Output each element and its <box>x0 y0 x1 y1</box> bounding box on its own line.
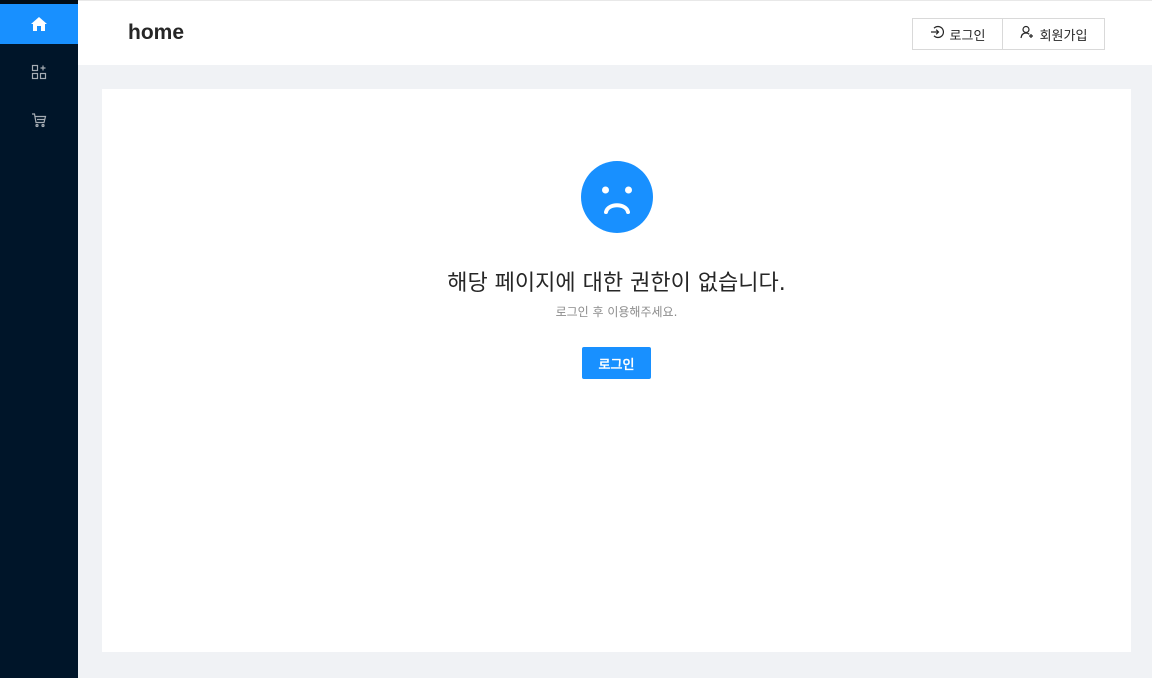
result-title: 해당 페이지에 대한 권한이 없습니다. <box>447 271 786 296</box>
sidebar-item-cart[interactable] <box>0 100 78 140</box>
header-signup-button[interactable]: 회원가입 <box>1003 18 1105 50</box>
result-panel: 해당 페이지에 대한 권한이 없습니다. 로그인 후 이용해주세요. 로그인 <box>102 89 1131 652</box>
header-login-label: 로그인 <box>949 28 986 44</box>
shopping-cart-icon <box>31 112 47 128</box>
login-icon <box>930 25 944 43</box>
sidebar-item-home[interactable] <box>0 4 78 44</box>
appstore-icon <box>31 64 47 80</box>
sidebar <box>0 0 78 678</box>
home-icon <box>30 15 48 33</box>
header-login-button[interactable]: 로그인 <box>912 18 1003 50</box>
user-add-icon <box>1019 25 1034 43</box>
sidebar-item-apps[interactable] <box>0 52 78 92</box>
page-title: home <box>128 21 185 44</box>
frown-icon <box>581 161 653 233</box>
header-signup-label: 회원가입 <box>1039 28 1088 44</box>
result-subtitle: 로그인 후 이용해주세요. <box>555 305 678 319</box>
login-button[interactable]: 로그인 <box>582 347 651 379</box>
top-header: home 로그인 회원가입 <box>78 0 1152 65</box>
